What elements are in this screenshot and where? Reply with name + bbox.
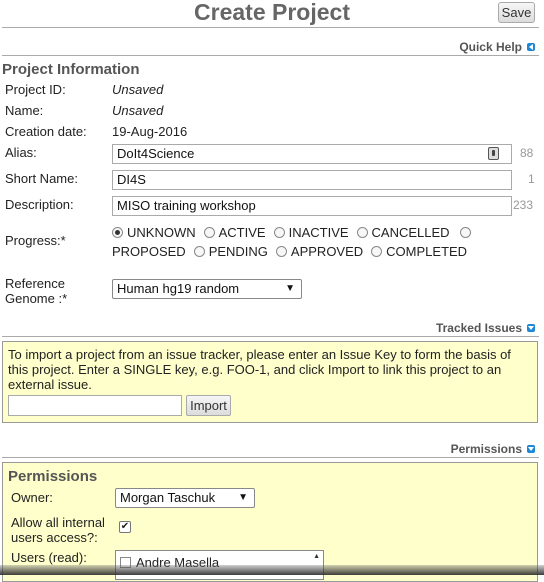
permissions-heading: Permissions bbox=[8, 468, 98, 485]
alias-input[interactable]: DoIt4Science bbox=[112, 144, 512, 164]
progress-option-label: CANCELLED bbox=[371, 225, 450, 240]
radio-icon bbox=[203, 227, 215, 238]
progress-option-pending[interactable]: PENDING bbox=[193, 244, 268, 259]
progress-option-label: UNKNOWN bbox=[127, 225, 196, 240]
quick-help-label: Quick Help bbox=[459, 40, 522, 54]
alias-label: Alias: bbox=[5, 145, 37, 160]
radio-icon bbox=[459, 227, 471, 238]
owner-label: Owner: bbox=[11, 490, 53, 505]
reference-genome-label-line1: Reference bbox=[5, 276, 65, 291]
title-bar: Create Project Save bbox=[0, 0, 544, 28]
short-name-input[interactable]: DI4S bbox=[112, 170, 512, 190]
collapse-left-icon bbox=[527, 43, 535, 51]
import-button[interactable]: Import bbox=[186, 395, 231, 416]
radio-checked-icon bbox=[112, 227, 123, 238]
description-label: Description: bbox=[5, 197, 74, 212]
progress-option-label: PENDING bbox=[208, 244, 268, 259]
quick-help-divider bbox=[2, 55, 539, 56]
creation-date-value: 19-Aug-2016 bbox=[112, 124, 188, 139]
header-divider bbox=[2, 27, 539, 28]
reference-genome-label: Reference Genome :* bbox=[5, 276, 67, 306]
progress-option-label: PROPOSED bbox=[112, 244, 186, 259]
radio-icon bbox=[193, 246, 205, 257]
project-information-heading: Project Information bbox=[2, 61, 140, 78]
scroll-up-icon[interactable]: ▲ bbox=[313, 553, 320, 560]
progress-option-proposed[interactable]: PROPOSED bbox=[112, 244, 186, 259]
creation-date-label: Creation date: bbox=[5, 124, 87, 139]
radio-icon bbox=[356, 227, 368, 238]
reference-genome-select[interactable]: Human hg19 random ▼ bbox=[112, 279, 302, 299]
short-name-label: Short Name: bbox=[5, 171, 78, 186]
save-button[interactable]: Save bbox=[498, 2, 535, 23]
tracked-issues-instructions: To import a project from an issue tracke… bbox=[8, 347, 511, 392]
owner-value: Morgan Taschuk bbox=[120, 490, 216, 505]
dropdown-arrow-icon: ▼ bbox=[238, 492, 248, 503]
allow-internal-label: Allow all internal users access?: bbox=[11, 515, 105, 545]
allow-internal-label-line2: users access?: bbox=[11, 530, 98, 545]
radio-icon bbox=[273, 227, 285, 238]
short-name-char-counter: 1 bbox=[528, 172, 535, 186]
progress-option-approved[interactable]: APPROVED bbox=[275, 244, 364, 259]
description-input[interactable]: MISO training workshop bbox=[112, 196, 512, 216]
progress-option-label: COMPLETED bbox=[386, 244, 468, 259]
project-id-label: Project ID: bbox=[5, 82, 66, 97]
dropdown-arrow-icon: ▼ bbox=[285, 283, 295, 294]
progress-option-proposed-radio[interactable] bbox=[459, 227, 475, 238]
progress-label: Progress:* bbox=[5, 233, 66, 248]
progress-option-completed[interactable]: COMPLETED bbox=[371, 244, 467, 259]
page-title: Create Project bbox=[194, 0, 350, 25]
progress-option-cancelled[interactable]: CANCELLED bbox=[356, 225, 450, 240]
expand-down-icon bbox=[527, 445, 535, 453]
name-label: Name: bbox=[5, 103, 44, 118]
progress-radio-row-2: PROPOSED PENDING APPROVED COMPLETED bbox=[112, 244, 469, 259]
permissions-toggle[interactable]: Permissions bbox=[451, 442, 535, 456]
tracked-issues-label: Tracked Issues bbox=[435, 321, 522, 335]
progress-option-label: ACTIVE bbox=[218, 225, 266, 240]
quick-help-toggle[interactable]: Quick Help bbox=[459, 40, 535, 54]
radio-icon bbox=[371, 246, 383, 257]
permissions-divider bbox=[2, 457, 539, 458]
expand-down-icon bbox=[527, 324, 535, 332]
reference-genome-value: Human hg19 random bbox=[117, 281, 240, 296]
progress-option-inactive[interactable]: INACTIVE bbox=[273, 225, 349, 240]
window-bottom-edge bbox=[0, 565, 544, 575]
alias-char-counter: 88 bbox=[520, 146, 534, 160]
allow-internal-label-line1: Allow all internal bbox=[11, 515, 105, 530]
owner-select[interactable]: Morgan Taschuk ▼ bbox=[115, 488, 255, 508]
reference-genome-label-line2: Genome :* bbox=[5, 291, 68, 306]
tracked-issues-panel: To import a project from an issue tracke… bbox=[2, 341, 538, 423]
description-char-counter: 233 bbox=[513, 198, 534, 212]
project-id-value: Unsaved bbox=[112, 82, 164, 97]
progress-option-unknown[interactable]: UNKNOWN bbox=[112, 225, 196, 240]
permissions-label: Permissions bbox=[450, 442, 522, 456]
progress-option-label: INACTIVE bbox=[288, 225, 349, 240]
allow-internal-checkbox[interactable]: ✔ bbox=[119, 521, 131, 533]
radio-icon bbox=[275, 246, 287, 257]
progress-option-label: APPROVED bbox=[290, 244, 364, 259]
tracked-issues-toggle[interactable]: Tracked Issues bbox=[436, 321, 535, 335]
name-value: Unsaved bbox=[112, 103, 164, 118]
tracked-issues-divider bbox=[2, 336, 539, 337]
users-read-label: Users (read): bbox=[11, 550, 87, 565]
issue-key-input[interactable] bbox=[8, 395, 182, 416]
autofill-icon[interactable] bbox=[488, 147, 499, 160]
progress-option-active[interactable]: ACTIVE bbox=[203, 225, 266, 240]
progress-radio-row-1: UNKNOWN ACTIVE INACTIVE CANCELLED bbox=[112, 225, 477, 240]
